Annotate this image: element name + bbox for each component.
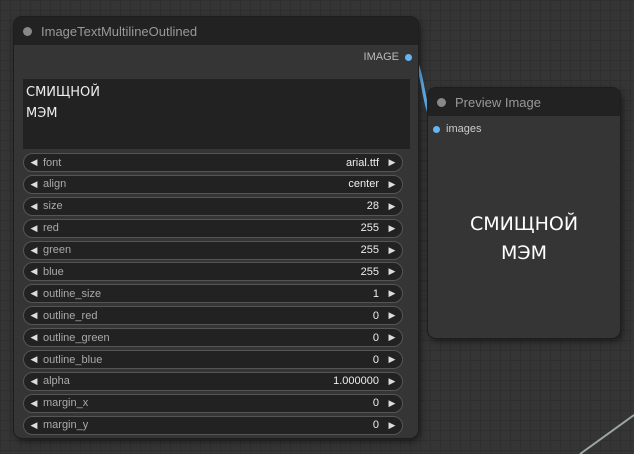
widget-list: ◀ font arial.ttf ▶ ◀ align center ▶ ◀ size 28 ▶ ◀ red… — [23, 153, 403, 438]
widget-value[interactable]: 0 — [373, 397, 385, 409]
decrement-arrow-icon[interactable]: ◀ — [27, 288, 41, 299]
widget-value[interactable]: 0 — [373, 419, 385, 431]
widget-value[interactable]: 255 — [361, 244, 385, 256]
increment-arrow-icon[interactable]: ▶ — [385, 201, 399, 212]
widget-value[interactable]: 1 — [373, 288, 385, 300]
increment-arrow-icon[interactable]: ▶ — [385, 288, 399, 299]
widget-label: size — [43, 200, 63, 213]
increment-arrow-icon[interactable]: ▶ — [385, 157, 399, 168]
increment-arrow-icon[interactable]: ▶ — [385, 354, 399, 365]
widget-alpha[interactable]: ◀ alpha 1.000000 ▶ — [23, 371, 403, 391]
decrement-arrow-icon[interactable]: ◀ — [27, 332, 41, 343]
widget-label: outline_green — [43, 331, 110, 344]
widget-value[interactable]: 1.000000 — [333, 375, 385, 387]
preview-image-node[interactable]: Preview Image images СМИЩНОЙ МЭМ — [428, 88, 620, 338]
node-title-bar[interactable]: Preview Image — [428, 88, 620, 116]
widget-outline-red[interactable]: ◀ outline_red 0 ▶ — [23, 306, 403, 326]
widget-outline-size[interactable]: ◀ outline_size 1 ▶ — [23, 284, 403, 304]
node-title-bar[interactable]: ImageTextMultilineOutlined — [14, 17, 418, 45]
widget-value[interactable]: 255 — [361, 222, 385, 234]
widget-value[interactable]: 0 — [373, 310, 385, 322]
increment-arrow-icon[interactable]: ▶ — [385, 223, 399, 234]
decrement-arrow-icon[interactable]: ◀ — [27, 223, 41, 234]
node-title: Preview Image — [455, 94, 541, 110]
decrement-arrow-icon[interactable]: ◀ — [27, 157, 41, 168]
preview-image: СМИЩНОЙ МЭМ — [469, 213, 579, 264]
widget-label: align — [43, 178, 67, 191]
node-title: ImageTextMultilineOutlined — [41, 23, 198, 39]
widget-label: red — [43, 222, 59, 235]
collapse-dot-icon[interactable] — [23, 26, 32, 36]
input-slot-images[interactable]: images — [433, 123, 481, 135]
increment-arrow-icon[interactable]: ▶ — [385, 310, 399, 321]
widget-label: outline_red — [43, 309, 98, 322]
widget-margin-x[interactable]: ◀ margin_x 0 ▶ — [23, 393, 403, 413]
widget-size[interactable]: ◀ size 28 ▶ — [23, 196, 403, 216]
widget-label: outline_size — [43, 287, 102, 300]
widget-green[interactable]: ◀ green 255 ▶ — [23, 240, 403, 260]
widget-label: outline_blue — [43, 353, 103, 366]
increment-arrow-icon[interactable]: ▶ — [385, 332, 399, 343]
increment-arrow-icon[interactable]: ▶ — [385, 245, 399, 256]
widget-label: margin_x — [43, 397, 89, 410]
output-label: IMAGE — [363, 51, 399, 63]
widget-value[interactable]: 0 — [373, 332, 385, 344]
widget-blue[interactable]: ◀ blue 255 ▶ — [23, 262, 403, 282]
output-connector-icon[interactable] — [405, 53, 412, 61]
text-input[interactable]: СМИЩНОЙ МЭМ — [23, 79, 410, 149]
widget-label: green — [43, 244, 72, 257]
increment-arrow-icon[interactable]: ▶ — [385, 398, 399, 409]
collapse-dot-icon[interactable] — [437, 97, 446, 107]
widget-label: alpha — [43, 375, 70, 388]
decrement-arrow-icon[interactable]: ◀ — [27, 201, 41, 212]
widget-label: blue — [43, 265, 64, 278]
decrement-arrow-icon[interactable]: ◀ — [27, 245, 41, 256]
decrement-arrow-icon[interactable]: ◀ — [27, 179, 41, 190]
widget-label: margin_y — [43, 419, 89, 432]
widget-value[interactable]: center — [348, 178, 385, 190]
widget-red[interactable]: ◀ red 255 ▶ — [23, 218, 403, 238]
increment-arrow-icon[interactable]: ▶ — [385, 266, 399, 277]
decrement-arrow-icon[interactable]: ◀ — [27, 420, 41, 431]
offscreen-link[interactable] — [579, 414, 634, 454]
decrement-arrow-icon[interactable]: ◀ — [27, 354, 41, 365]
image-text-multiline-outlined-node[interactable]: ImageTextMultilineOutlined IMAGE СМИЩНОЙ… — [14, 17, 418, 438]
widget-margin-y[interactable]: ◀ margin_y 0 ▶ — [23, 415, 403, 435]
widget-value[interactable]: 0 — [373, 354, 385, 366]
widget-outline-blue[interactable]: ◀ outline_blue 0 ▶ — [23, 350, 403, 370]
widget-value[interactable]: 28 — [367, 200, 385, 212]
widget-align[interactable]: ◀ align center ▶ — [23, 174, 403, 194]
decrement-arrow-icon[interactable]: ◀ — [27, 376, 41, 387]
widget-label: font — [43, 156, 62, 169]
widget-value[interactable]: arial.ttf — [346, 157, 385, 169]
increment-arrow-icon[interactable]: ▶ — [385, 179, 399, 190]
decrement-arrow-icon[interactable]: ◀ — [27, 398, 41, 409]
increment-arrow-icon[interactable]: ▶ — [385, 376, 399, 387]
decrement-arrow-icon[interactable]: ◀ — [27, 266, 41, 277]
input-connector-icon[interactable] — [433, 125, 440, 133]
decrement-arrow-icon[interactable]: ◀ — [27, 310, 41, 321]
increment-arrow-icon[interactable]: ▶ — [385, 420, 399, 431]
widget-font[interactable]: ◀ font arial.ttf ▶ — [23, 153, 403, 172]
output-slot-image[interactable]: IMAGE — [364, 51, 412, 63]
input-label: images — [446, 123, 482, 135]
widget-value[interactable]: 255 — [361, 266, 385, 278]
widget-outline-green[interactable]: ◀ outline_green 0 ▶ — [23, 328, 403, 348]
